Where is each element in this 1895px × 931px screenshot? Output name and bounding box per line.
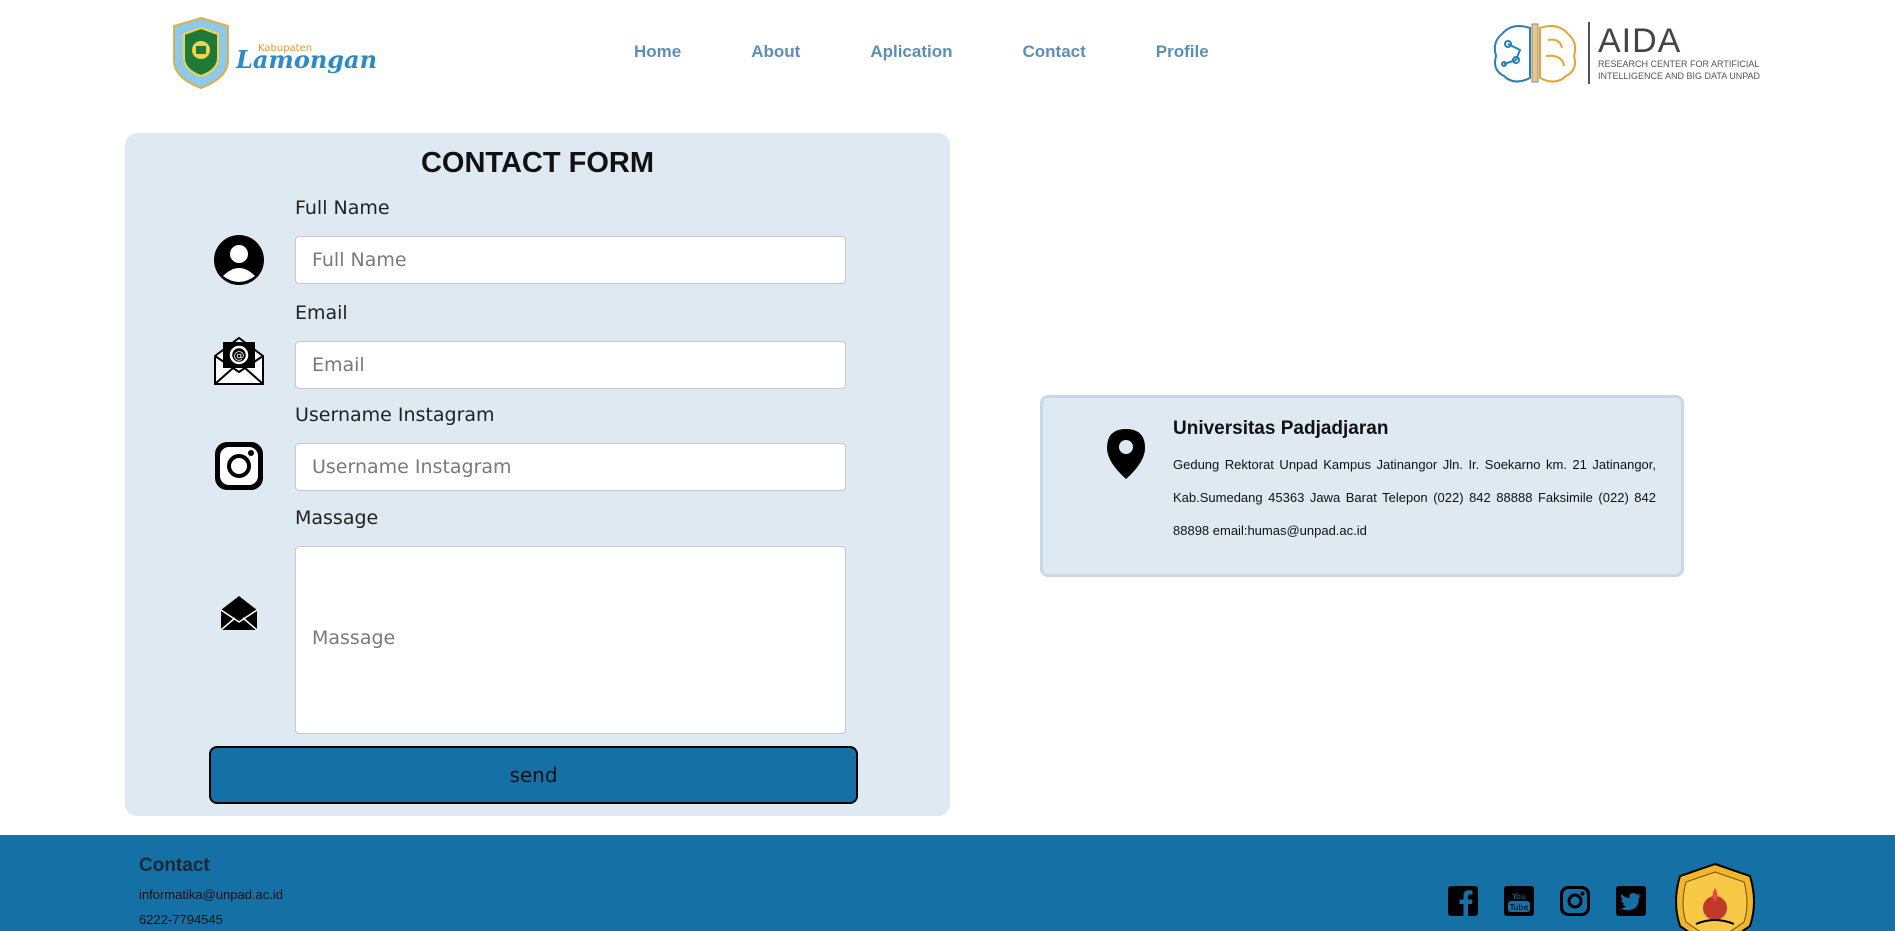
contact-form-title: CONTACT FORM bbox=[420, 147, 655, 179]
nav-profile[interactable]: Profile bbox=[1156, 42, 1209, 62]
aida-subtitle-line2: INTELLIGENCE AND BIG DATA UNPAD bbox=[1598, 71, 1761, 81]
aida-logo[interactable]: AIDA RESEARCH CENTER FOR ARTIFICIAL INTE… bbox=[1490, 20, 1760, 86]
instagram-username-input[interactable] bbox=[295, 443, 846, 491]
aida-wordmark: AIDA RESEARCH CENTER FOR ARTIFICIAL INTE… bbox=[1598, 24, 1760, 82]
nav-home[interactable]: Home bbox=[634, 42, 681, 62]
aida-title: AIDA bbox=[1598, 22, 1682, 60]
map-pin-icon bbox=[1107, 429, 1145, 479]
contact-form-panel: CONTACT FORM Full Name Email @ Username … bbox=[125, 133, 950, 816]
address-org-name: Universitas Padjadjaran bbox=[1173, 418, 1389, 439]
lamongan-wordmark: Kabupaten Lamongan bbox=[236, 23, 377, 83]
full-name-label: Full Name bbox=[295, 197, 390, 219]
brain-icon bbox=[1493, 23, 1577, 83]
email-label: Email bbox=[295, 302, 348, 324]
email-input[interactable] bbox=[295, 341, 846, 389]
instagram-label: Username Instagram bbox=[295, 404, 495, 426]
full-name-input[interactable] bbox=[295, 236, 846, 284]
main-nav: Home About Aplication Contact Profile bbox=[634, 42, 1279, 62]
svg-text:Tube: Tube bbox=[1509, 903, 1529, 912]
lamongan-seal-icon bbox=[173, 16, 229, 90]
address-text: Gedung Rektorat Unpad Kampus Jatinangor … bbox=[1173, 457, 1656, 538]
instagram-icon bbox=[215, 442, 263, 490]
youtube-icon[interactable]: You Tube bbox=[1503, 885, 1535, 917]
footer-phone: 6222-7794545 bbox=[139, 912, 223, 927]
nav-aplication[interactable]: Aplication bbox=[870, 42, 952, 62]
unpad-seal-icon bbox=[1675, 862, 1755, 931]
instagram-icon[interactable] bbox=[1559, 885, 1591, 917]
nav-contact[interactable]: Contact bbox=[1023, 42, 1086, 62]
site-footer: Contact informatika@unpad.ac.id 6222-779… bbox=[0, 835, 1895, 931]
site-header: Kabupaten Lamongan Home About Aplication… bbox=[0, 0, 1895, 106]
svg-text:@: @ bbox=[234, 349, 245, 362]
message-label: Massage bbox=[295, 507, 379, 529]
message-textarea[interactable] bbox=[295, 546, 846, 734]
twitter-icon[interactable] bbox=[1615, 885, 1647, 917]
lamongan-big-text: Lamongan bbox=[236, 45, 378, 74]
svg-text:You: You bbox=[1511, 892, 1526, 901]
envelope-at-icon: @ bbox=[214, 336, 264, 385]
send-button[interactable]: send bbox=[209, 746, 858, 804]
user-icon bbox=[214, 235, 264, 285]
address-card: Universitas Padjadjaran Gedung Rektorat … bbox=[1040, 395, 1684, 577]
footer-contact-title: Contact bbox=[139, 855, 210, 876]
nav-about[interactable]: About bbox=[751, 42, 800, 62]
aida-subtitle-line1: RESEARCH CENTER FOR ARTIFICIAL bbox=[1598, 59, 1760, 69]
facebook-icon[interactable] bbox=[1447, 885, 1479, 917]
lamongan-logo[interactable]: Kabupaten Lamongan bbox=[170, 16, 377, 90]
aida-divider bbox=[1588, 22, 1590, 84]
footer-email[interactable]: informatika@unpad.ac.id bbox=[139, 887, 283, 902]
envelope-open-icon bbox=[220, 596, 258, 631]
